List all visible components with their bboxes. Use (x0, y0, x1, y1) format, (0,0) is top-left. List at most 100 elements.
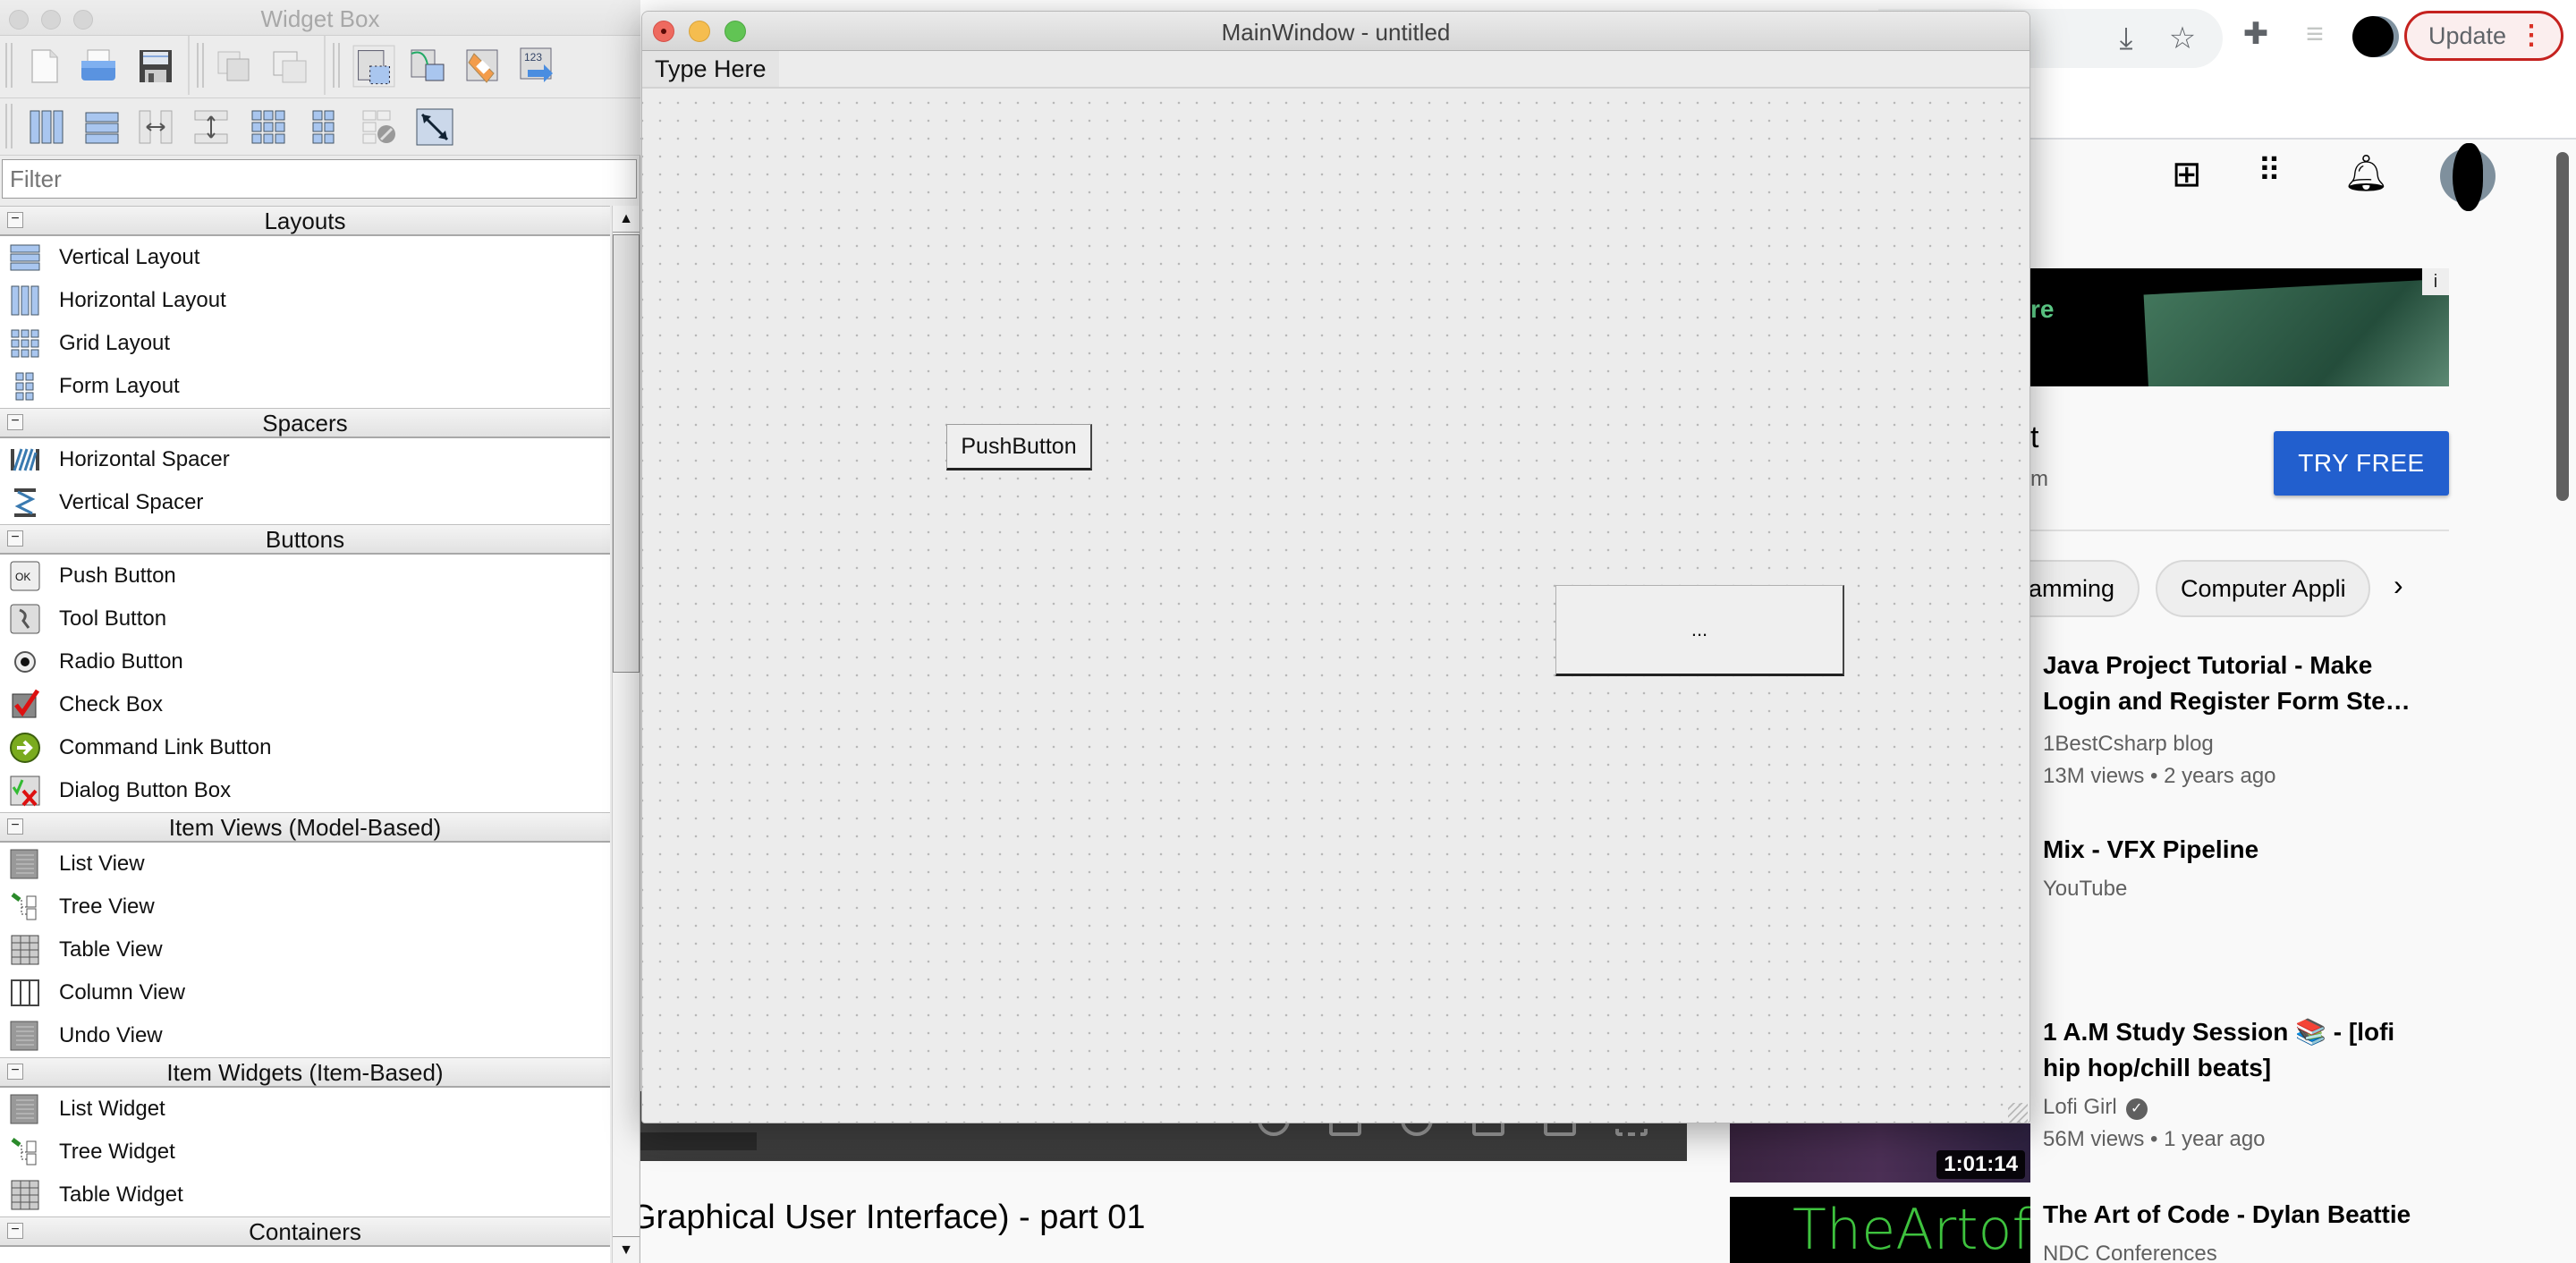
category-layouts[interactable]: − Layouts (0, 206, 610, 236)
widget-item-horizontal-spacer[interactable]: Horizontal Spacer (0, 438, 610, 481)
youtube-avatar[interactable] (2440, 143, 2496, 211)
update-button[interactable]: Update ⋮ (2404, 11, 2563, 61)
widget-item-dialog-button-box[interactable]: Dialog Button Box (0, 769, 610, 812)
widget-item-push-button[interactable]: OK Push Button (0, 555, 610, 598)
category-buttons[interactable]: − Buttons (0, 524, 610, 555)
chips-next-icon[interactable]: › (2394, 569, 2403, 602)
try-free-button[interactable]: TRY FREE (2274, 431, 2449, 496)
push-button-widget[interactable]: PushButton (946, 424, 1092, 470)
widget-item-undo-view[interactable]: Undo View (0, 1014, 610, 1057)
widget-item-vertical-layout[interactable]: Vertical Layout (0, 236, 610, 279)
toolbar-grip[interactable] (197, 43, 204, 88)
widget-item-label: Dialog Button Box (59, 778, 232, 802)
video-thumbnail[interactable]: TheArtof (1730, 1197, 2030, 1263)
widget-item-grid-layout[interactable]: Grid Layout (0, 322, 610, 365)
collapse-icon[interactable]: − (7, 212, 23, 228)
toolbar-grip[interactable] (5, 43, 13, 88)
ad-info-icon[interactable]: i (2422, 268, 2449, 295)
widget-list-scrollbar[interactable]: ▲ ▼ (612, 206, 640, 1263)
video-channel[interactable]: Lofi Girl (2043, 1095, 2117, 1119)
tool-button-widget[interactable]: ... (1555, 585, 1844, 676)
menu-type-here[interactable]: Type Here (642, 51, 779, 87)
copy-icon[interactable] (215, 47, 254, 86)
widget-item-vertical-spacer[interactable]: Vertical Spacer (0, 481, 610, 524)
profile-avatar[interactable] (2352, 16, 2394, 57)
edit-signals-slots-icon[interactable] (408, 47, 447, 86)
video-channel[interactable]: YouTube (2043, 873, 2419, 905)
main-window-titlebar[interactable]: MainWindow - untitled (642, 12, 2029, 51)
video-channel[interactable]: NDC Conferences (2043, 1238, 2419, 1263)
widget-item-list-view[interactable]: List View (0, 843, 610, 886)
lay-out-vertically-icon[interactable] (82, 107, 122, 147)
widget-item-table-widget[interactable]: Table Widget (0, 1174, 610, 1216)
video-item[interactable]: 1 A.M Study Session 📚 - [lofi hip hop/ch… (2043, 1014, 2419, 1156)
category-containers[interactable]: − Containers (0, 1216, 610, 1247)
widget-item-list-widget[interactable]: List Widget (0, 1088, 610, 1131)
scrollbar-thumb[interactable] (613, 234, 640, 673)
widget-item-command-link-button[interactable]: Command Link Button (0, 726, 610, 769)
collapse-icon[interactable]: − (7, 530, 23, 547)
video-thumbnail[interactable]: 1:01:14 (1730, 1123, 2030, 1182)
toolbar-grip[interactable] (333, 43, 340, 88)
video-title[interactable]: The Art of Code - Dylan Beattie (2043, 1197, 2419, 1233)
video-item[interactable]: Mix - VFX Pipeline YouTube (2043, 832, 2419, 905)
category-spacers[interactable]: − Spacers (0, 408, 610, 438)
puzzle-icon[interactable]: ✚ (2236, 16, 2275, 52)
collapse-icon[interactable]: − (7, 818, 23, 835)
widget-item-tool-button[interactable]: Tool Button (0, 598, 610, 640)
print-icon[interactable] (79, 47, 118, 86)
widget-item-tree-widget[interactable]: Tree Widget (0, 1131, 610, 1174)
resize-grip[interactable] (2008, 1103, 2028, 1123)
filter-input[interactable] (2, 159, 637, 199)
chip-computer-applications[interactable]: Computer Appli (2156, 560, 2370, 617)
ad-banner[interactable]: re (2030, 268, 2449, 386)
lay-out-grid-icon[interactable] (249, 107, 288, 147)
edit-buddies-icon[interactable] (463, 47, 503, 86)
video-title[interactable]: Mix - VFX Pipeline (2043, 832, 2419, 868)
widget-box-titlebar[interactable]: Widget Box (0, 0, 640, 36)
edit-tab-order-icon[interactable]: 123 (519, 47, 558, 86)
widget-item-horizontal-layout[interactable]: Horizontal Layout (0, 279, 610, 322)
widget-item-form-layout[interactable]: Form Layout (0, 365, 610, 408)
apps-grid-icon[interactable]: ⠿ (2258, 152, 2281, 190)
category-label: Buttons (265, 526, 345, 553)
page-scrollbar[interactable] (2556, 152, 2569, 501)
category-item-views-model-based[interactable]: − Item Views (Model-Based) (0, 812, 610, 843)
player-progress[interactable] (640, 1132, 757, 1150)
collapse-icon[interactable]: − (7, 1064, 23, 1080)
adjust-size-icon[interactable] (415, 107, 454, 147)
collapse-icon[interactable]: − (7, 1223, 23, 1239)
lay-out-horizontal-splitter-icon[interactable] (136, 107, 175, 147)
video-item[interactable]: The Art of Code - Dylan Beattie NDC Conf… (2043, 1197, 2419, 1263)
save-icon[interactable] (136, 47, 175, 86)
collapse-icon[interactable]: − (7, 414, 23, 430)
notifications-bell-icon[interactable]: 🔔︎ (2343, 152, 2389, 194)
window-title: MainWindow - untitled (1221, 19, 1451, 46)
video-item[interactable]: Java Project Tutorial - Make Login and R… (2043, 648, 2419, 793)
lay-out-form-icon[interactable] (304, 107, 343, 147)
video-title[interactable]: 1 A.M Study Session 📚 - [lofi hip hop/ch… (2043, 1014, 2419, 1086)
widget-item-tree-view[interactable]: Tree View (0, 886, 610, 928)
scroll-down-arrow-icon[interactable]: ▼ (613, 1236, 640, 1263)
widget-item-radio-button[interactable]: Radio Button (0, 640, 610, 683)
toolbar-grip[interactable] (5, 104, 13, 148)
paste-icon[interactable] (270, 47, 309, 86)
category-item-widgets-item-based[interactable]: − Item Widgets (Item-Based) (0, 1057, 610, 1088)
widget-item-column-view[interactable]: Column View (0, 971, 610, 1014)
video-title[interactable]: Java Project Tutorial - Make Login and R… (2043, 648, 2419, 719)
lay-out-horizontally-icon[interactable] (27, 107, 66, 147)
form-canvas[interactable]: PushButton ... (642, 90, 2029, 1123)
media-queue-icon[interactable]: ≡ (2295, 16, 2334, 52)
video-channel[interactable]: 1BestCsharp blog (2043, 728, 2419, 760)
create-video-icon[interactable]: ⊞ (2172, 154, 2202, 195)
widget-item-table-view[interactable]: Table View (0, 928, 610, 971)
category-label: Layouts (264, 208, 346, 234)
lay-out-vertical-splitter-icon[interactable] (191, 107, 231, 147)
edit-widgets-icon[interactable] (352, 45, 395, 88)
scroll-up-arrow-icon[interactable]: ▲ (613, 206, 640, 233)
break-layout-icon[interactable] (360, 107, 399, 147)
new-form-icon[interactable] (25, 47, 64, 86)
install-app-icon[interactable]: ⤓ (2106, 21, 2146, 56)
widget-item-check-box[interactable]: Check Box (0, 683, 610, 726)
star-icon[interactable]: ☆ (2163, 21, 2202, 56)
